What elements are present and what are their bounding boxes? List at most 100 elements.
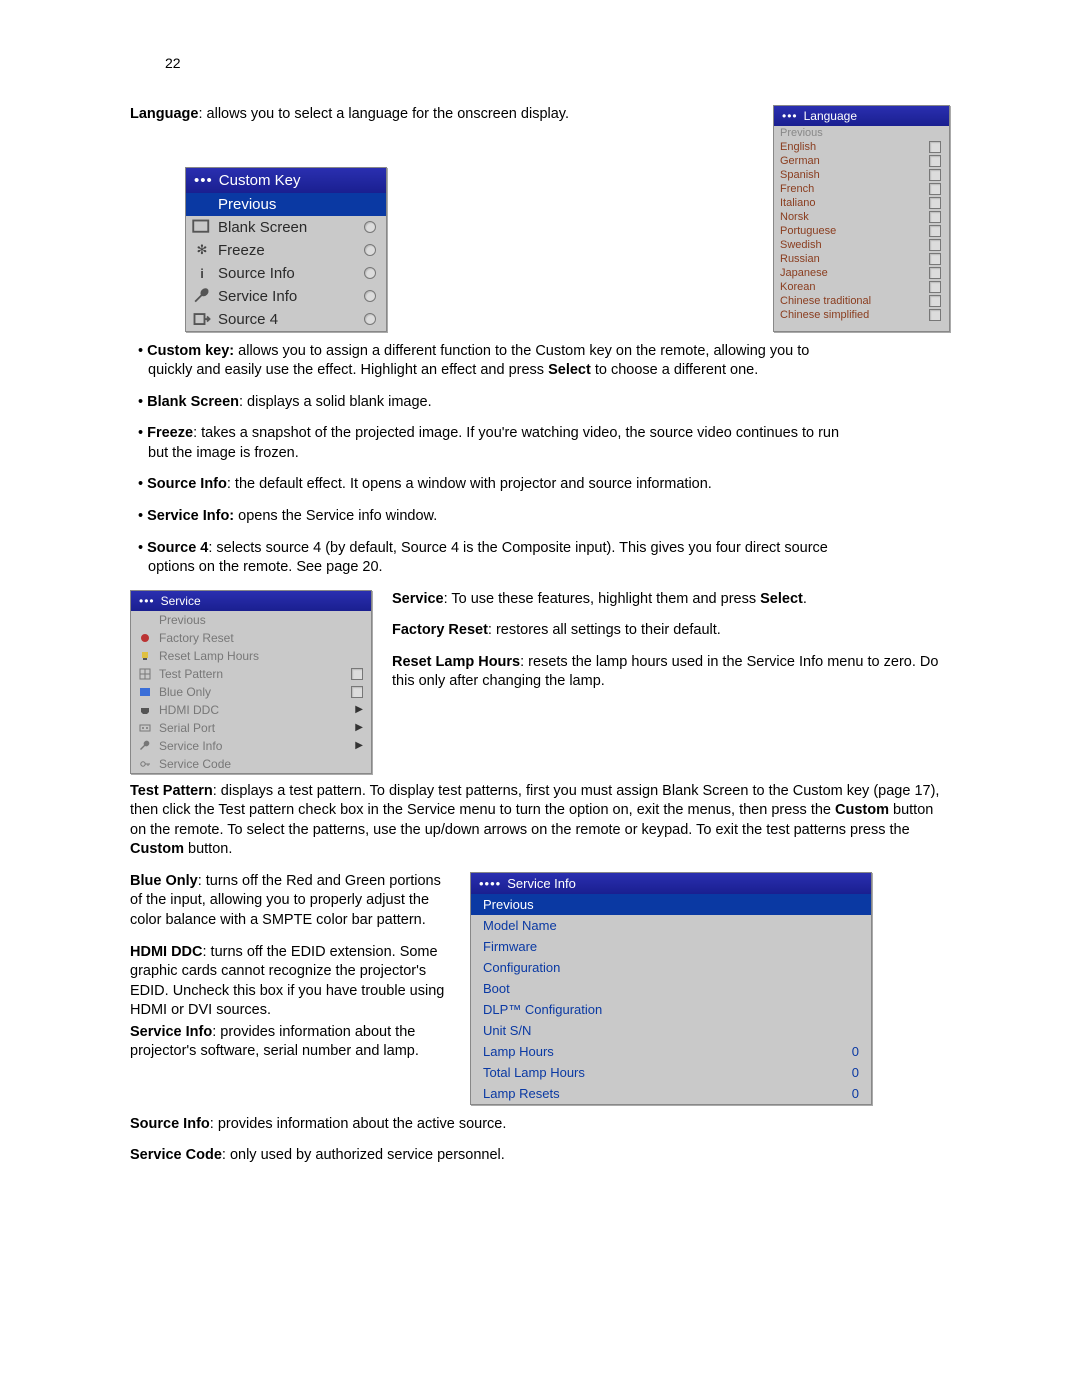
- menu-item-portuguese[interactable]: Portuguese: [774, 224, 949, 238]
- menu-item-italiano[interactable]: Italiano: [774, 196, 949, 210]
- checkbox-control[interactable]: [929, 239, 941, 251]
- checkbox-control[interactable]: [929, 183, 941, 195]
- chevron-right-icon: ▶: [355, 740, 363, 751]
- menu-item-blank-screen[interactable]: Blank Screen: [186, 216, 386, 239]
- radio-control[interactable]: [364, 313, 376, 325]
- checkbox-control[interactable]: [929, 155, 941, 167]
- menu-item-previous[interactable]: Previous: [774, 126, 949, 140]
- menu-item-label: Chinese traditional: [780, 295, 923, 307]
- menu-item-norsk[interactable]: Norsk: [774, 210, 949, 224]
- menu-item-hdmi-ddc[interactable]: HDMI DDC▶: [131, 701, 371, 719]
- menu-item-previous[interactable]: Previous: [131, 611, 371, 629]
- menu-item-spanish[interactable]: Spanish: [774, 168, 949, 182]
- service-intro: Service: To use these features, highligh…: [392, 590, 950, 610]
- feature-text: : takes a snapshot of the projected imag…: [148, 425, 839, 461]
- radio-control[interactable]: [364, 221, 376, 233]
- blue-only-para: Blue Only: turns off the Red and Green p…: [130, 872, 450, 931]
- select-word: Select: [760, 591, 803, 607]
- menu-item-japanese[interactable]: Japanese: [774, 266, 949, 280]
- menu-item-serial-port[interactable]: Serial Port▶: [131, 719, 371, 737]
- menu-item-label: Total Lamp Hours: [483, 1065, 846, 1080]
- checkbox-control[interactable]: [929, 141, 941, 153]
- info-icon: i: [192, 266, 212, 280]
- menu-item-russian[interactable]: Russian: [774, 252, 949, 266]
- menu-item-previous[interactable]: Previous: [471, 894, 871, 915]
- page-number: 22: [165, 55, 181, 71]
- blank-icon: [137, 613, 153, 627]
- tp-tail: button.: [184, 841, 232, 857]
- feature-text: : selects source 4 (by default, Source 4…: [148, 540, 828, 576]
- menu-item-label: Firmware: [483, 939, 859, 954]
- factory-reset-para: Factory Reset: restores all settings to …: [392, 621, 950, 641]
- menu-item-source4[interactable]: Source 4: [186, 308, 386, 331]
- menu-item-chinese-simp[interactable]: Chinese simplified: [774, 308, 949, 322]
- menu-item-label: English: [780, 141, 923, 153]
- language-text: : allows you to select a language for th…: [198, 106, 569, 122]
- service-label: Service: [392, 591, 444, 607]
- language-label: Language: [130, 106, 198, 122]
- menu-item-label: Russian: [780, 253, 923, 265]
- wrench-icon: [137, 739, 153, 753]
- feature-label: Custom key:: [147, 343, 234, 359]
- custom-key-menu: Custom Key Previous Blank Screen ✻ Freez…: [185, 167, 387, 332]
- menu-item-label: Spanish: [780, 169, 923, 181]
- list-item: Freeze: takes a snapshot of the projecte…: [130, 424, 850, 463]
- menu-item-value: 0: [852, 1044, 859, 1059]
- checkbox-control[interactable]: [351, 686, 363, 698]
- menu-item-reset-lamp[interactable]: Reset Lamp Hours: [131, 647, 371, 665]
- menu-header: Language: [774, 106, 949, 126]
- feature-text: : restores all settings to their default…: [488, 622, 721, 638]
- menu-item-label: Unit S/N: [483, 1023, 859, 1038]
- menu-item-blue-only[interactable]: Blue Only: [131, 683, 371, 701]
- checkbox-control[interactable]: [929, 169, 941, 181]
- feature-label: Blank Screen: [147, 394, 239, 410]
- lamp-icon: [137, 649, 153, 663]
- menu-item-english[interactable]: English: [774, 140, 949, 154]
- menu-item-label: Blue Only: [159, 685, 345, 699]
- feature-text: : only used by authorized service person…: [222, 1147, 505, 1163]
- checkbox-control[interactable]: [929, 197, 941, 209]
- checkbox-control[interactable]: [929, 309, 941, 321]
- feature-text: : the default effect. It opens a window …: [227, 476, 712, 492]
- menu-item-freeze[interactable]: ✻ Freeze: [186, 239, 386, 262]
- checkbox-control[interactable]: [929, 281, 941, 293]
- menu-item-korean[interactable]: Korean: [774, 280, 949, 294]
- checkbox-control[interactable]: [929, 211, 941, 223]
- checkbox-control[interactable]: [929, 267, 941, 279]
- radio-control[interactable]: [364, 290, 376, 302]
- menu-item-label: Blank Screen: [218, 219, 358, 236]
- blank-icon: [192, 197, 212, 211]
- source-info-para: Source Info: provides information about …: [130, 1115, 950, 1135]
- radio-control[interactable]: [364, 244, 376, 256]
- menu-item-service-info[interactable]: Service Info ▶: [131, 737, 371, 755]
- radio-control[interactable]: [364, 267, 376, 279]
- menu-item-service-info[interactable]: Service Info: [186, 285, 386, 308]
- menu-item-test-pattern[interactable]: Test Pattern: [131, 665, 371, 683]
- menu-item-label: Service Info: [218, 288, 358, 305]
- list-item: Source Info: the default effect. It open…: [130, 475, 850, 495]
- feature-label: Service Code: [130, 1147, 222, 1163]
- custom-word: Custom: [130, 841, 184, 857]
- menu-item-label: Previous: [483, 897, 859, 912]
- checkbox-control[interactable]: [929, 295, 941, 307]
- checkbox-control[interactable]: [929, 225, 941, 237]
- menu-item-label: Boot: [483, 981, 859, 996]
- menu-item-label: Freeze: [218, 242, 358, 259]
- menu-item-swedish[interactable]: Swedish: [774, 238, 949, 252]
- snowflake-icon: ✻: [192, 243, 212, 257]
- menu-item-german[interactable]: German: [774, 154, 949, 168]
- menu-item-source-info[interactable]: i Source Info: [186, 262, 386, 285]
- menu-header: Service: [131, 591, 371, 611]
- menu-item-service-code[interactable]: Service Code: [131, 755, 371, 773]
- menu-item-total-lamp-hours: Total Lamp Hours0: [471, 1062, 871, 1083]
- menu-item-label: Service Info: [159, 739, 349, 753]
- checkbox-control[interactable]: [929, 253, 941, 265]
- feature-label: Source 4: [147, 540, 208, 556]
- menu-item-factory-reset[interactable]: Factory Reset: [131, 629, 371, 647]
- menu-item-french[interactable]: French: [774, 182, 949, 196]
- checkbox-control[interactable]: [351, 668, 363, 680]
- input-icon: [192, 312, 212, 326]
- menu-item-chinese-trad[interactable]: Chinese traditional: [774, 294, 949, 308]
- menu-item-previous[interactable]: Previous: [186, 193, 386, 216]
- menu-item-label: French: [780, 183, 923, 195]
